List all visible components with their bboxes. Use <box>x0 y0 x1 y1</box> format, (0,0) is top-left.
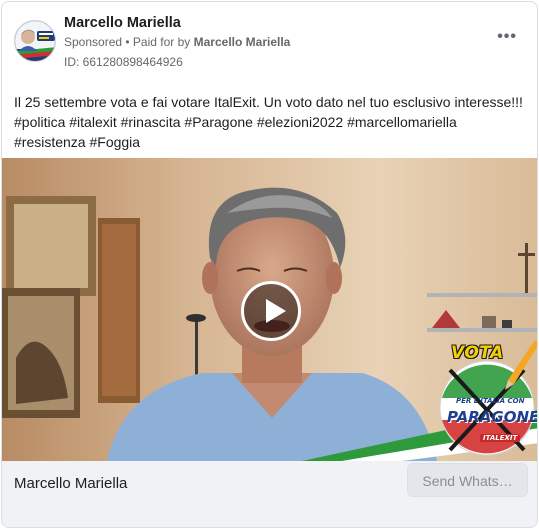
footer-page-name[interactable]: Marcello Mariella <box>14 475 127 492</box>
video-player[interactable]: VOTA PER L'ITALIA CON PARAGONE ITALEXIT <box>2 158 538 461</box>
paid-for-prefix: Paid for by <box>132 35 194 49</box>
vota-overlay-text: VOTA <box>451 343 504 363</box>
more-options-button[interactable]: ••• <box>497 29 517 45</box>
author-name[interactable]: Marcello Mariella <box>64 15 181 31</box>
logo-brand: ITALEXIT <box>480 434 521 442</box>
ad-id: ID: 661280898464926 <box>64 55 183 69</box>
logo-subtitle: PER L'ITALIA CON <box>456 397 525 405</box>
post-header: Marcello Mariella Sponsored • Paid for b… <box>2 2 537 82</box>
caption-hashtags[interactable]: #resistenza #Foggia <box>14 132 529 152</box>
ad-post-card: Marcello Mariella Sponsored • Paid for b… <box>1 1 538 528</box>
profile-avatar[interactable] <box>14 20 56 62</box>
caption-line: Il 25 settembre vota e fai votare ItalEx… <box>14 94 523 110</box>
post-caption: Il 25 settembre vota e fai votare ItalEx… <box>14 92 529 152</box>
post-footer: Marcello Mariella Send Whats… <box>2 461 537 527</box>
caption-hashtags[interactable]: #politica #italexit #rinascita #Paragone… <box>14 112 529 132</box>
more-dots-icon: ••• <box>497 28 517 45</box>
logo-title: PARAGONE <box>447 408 538 426</box>
sponsored-label: Sponsored <box>64 35 123 49</box>
send-whatsapp-button[interactable]: Send Whats… <box>407 463 528 497</box>
play-button[interactable] <box>241 281 301 341</box>
paid-for-name[interactable]: Marcello Mariella <box>194 35 291 49</box>
sponsored-line: Sponsored • Paid for by Marcello Mariell… <box>64 35 290 49</box>
separator-dot: • <box>122 35 133 49</box>
